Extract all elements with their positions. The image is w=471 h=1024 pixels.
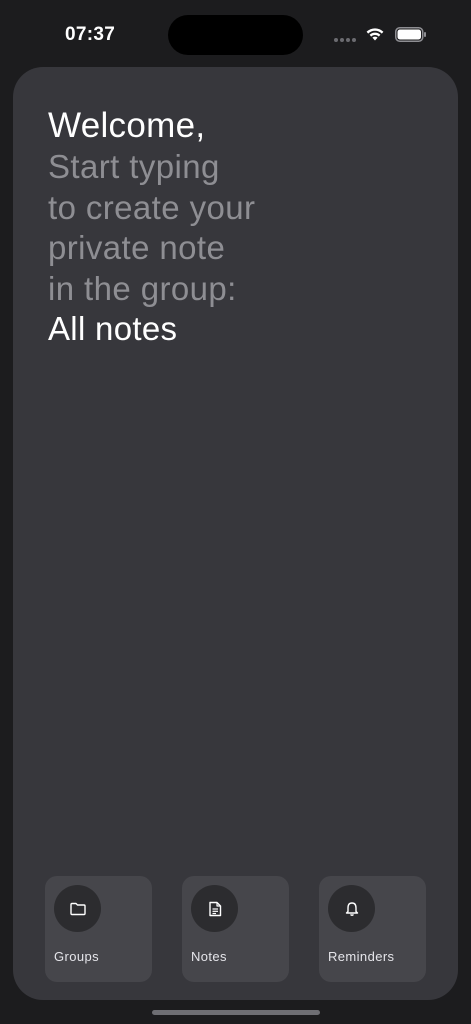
bottom-nav: Groups Notes Reminders <box>45 876 426 982</box>
status-time: 07:37 <box>65 24 116 45</box>
home-indicator[interactable] <box>152 1010 320 1015</box>
welcome-title: Welcome, <box>48 106 206 145</box>
welcome-prompt: Start typing to create your private note… <box>48 147 348 309</box>
note-editor-card[interactable]: Welcome, Start typing to create your pri… <box>13 67 458 1000</box>
welcome-message: Welcome, Start typing to create your pri… <box>48 105 348 350</box>
nav-tile-notes[interactable]: Notes <box>182 876 289 982</box>
prompt-line: in the group: <box>48 269 237 307</box>
prompt-line: private note <box>48 229 226 266</box>
dynamic-island <box>168 15 303 55</box>
battery-icon <box>395 27 426 42</box>
bell-icon <box>328 885 375 932</box>
cellular-signal-icon <box>334 38 356 42</box>
document-icon <box>191 885 238 932</box>
nav-tile-groups[interactable]: Groups <box>45 876 152 982</box>
folder-icon <box>54 885 101 932</box>
prompt-line: Start typing <box>48 148 220 185</box>
wifi-icon <box>366 28 384 41</box>
nav-tile-label: Reminders <box>328 949 395 964</box>
prompt-line: to create your <box>48 188 256 226</box>
nav-tile-label: Notes <box>191 949 227 964</box>
app-screen: 07:37 Welcome, Start typing to create yo… <box>0 0 471 1024</box>
current-group-name: All notes <box>48 310 178 347</box>
nav-tile-reminders[interactable]: Reminders <box>319 876 426 982</box>
status-bar: 07:37 <box>0 0 471 64</box>
nav-tile-label: Groups <box>54 949 100 964</box>
